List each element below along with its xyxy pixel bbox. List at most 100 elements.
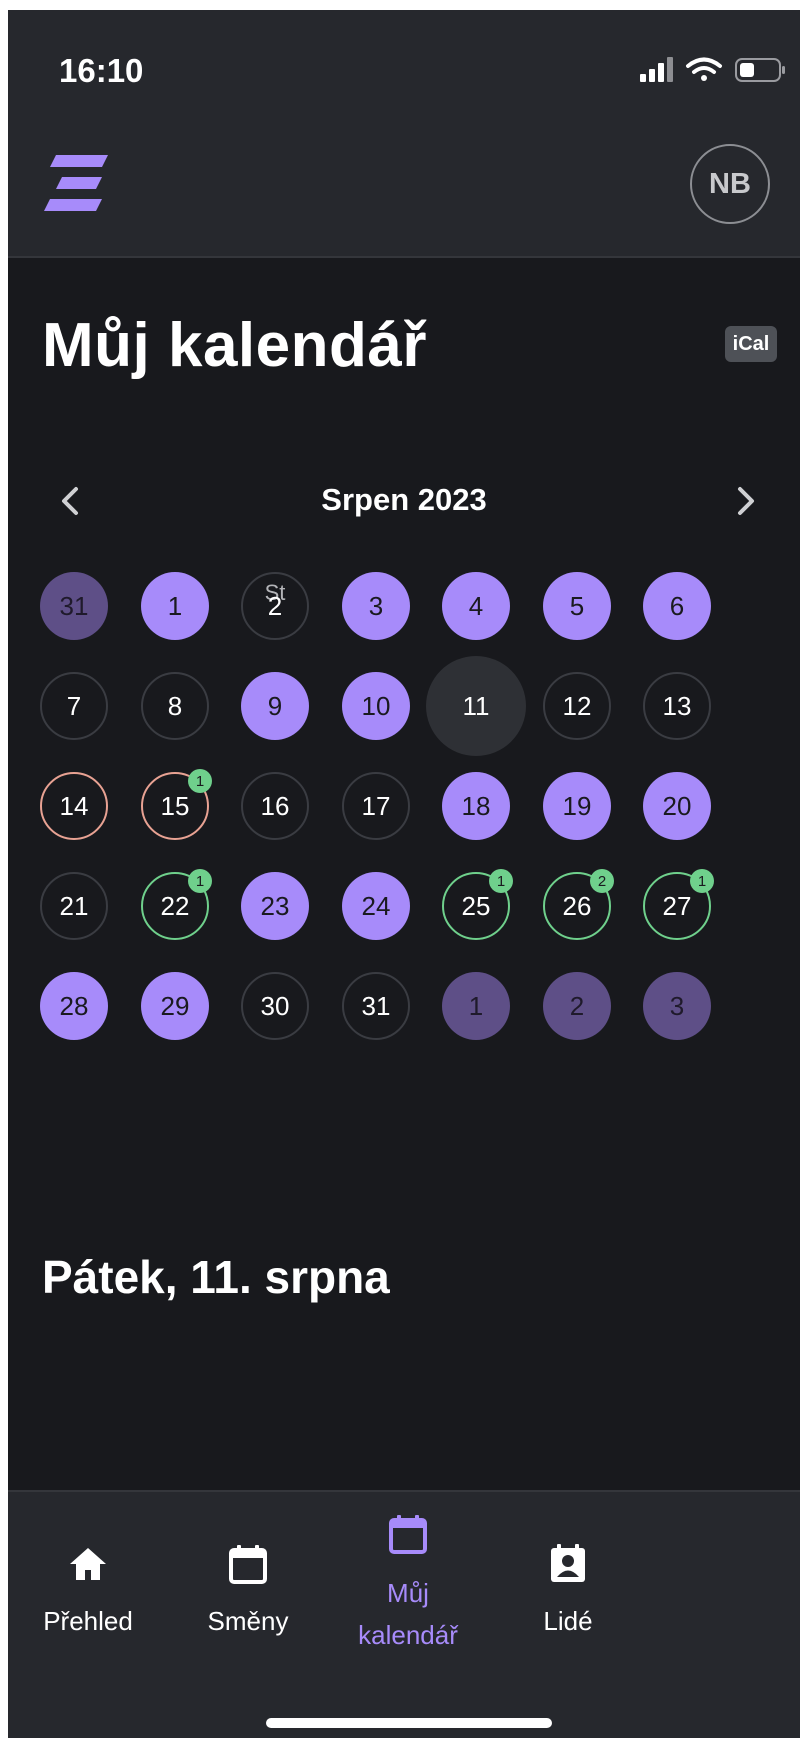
calendar-day[interactable]: 13 bbox=[643, 672, 711, 740]
calendar-day-number: 29 bbox=[160, 990, 190, 1021]
status-icons bbox=[640, 54, 790, 84]
tab-shifts[interactable]: Směny bbox=[168, 1492, 328, 1692]
tab-people[interactable]: Lidé bbox=[488, 1492, 648, 1692]
calendar-day[interactable]: 3 bbox=[643, 972, 711, 1040]
calendar-day-number: 2 bbox=[267, 590, 283, 621]
tab-shifts-label: Směny bbox=[207, 1606, 289, 1636]
event-count-badge: 1 bbox=[489, 869, 513, 893]
tab-people-label: Lidé bbox=[543, 1606, 593, 1636]
calendar-day[interactable]: 2 bbox=[543, 972, 611, 1040]
month-label: Srpen 2023 bbox=[321, 482, 487, 517]
calendar-day[interactable]: 30 bbox=[241, 972, 309, 1040]
calendar-day[interactable]: 4 bbox=[442, 572, 510, 640]
calendar-day-number: 7 bbox=[66, 690, 82, 721]
tab-overview-label: Přehled bbox=[43, 1606, 133, 1636]
calendar-day[interactable]: 2 bbox=[241, 572, 309, 640]
calendar-day-number: 15 bbox=[160, 790, 190, 821]
calendar-day-number: 18 bbox=[461, 790, 491, 821]
calendar-day[interactable]: 18 bbox=[442, 772, 510, 840]
user-avatar-button[interactable]: NB bbox=[690, 144, 770, 224]
tab-my-calendar-label-line2: kalendář bbox=[358, 1620, 458, 1650]
calendar-day[interactable]: 25 1 bbox=[442, 869, 513, 940]
top-bar: 16:10 NB bbox=[8, 10, 800, 258]
calendar-day[interactable]: 5 bbox=[543, 572, 611, 640]
calendar-day-number: 19 bbox=[562, 790, 592, 821]
calendar-day[interactable]: 10 bbox=[342, 672, 410, 740]
calendar-day-number: 21 bbox=[59, 890, 89, 921]
calendar-day[interactable]: 24 bbox=[342, 872, 410, 940]
calendar-day[interactable]: 16 bbox=[241, 772, 309, 840]
app-screen: 16:10 NB Můj kalendář iCal Srpen 2023 St… bbox=[8, 10, 800, 1738]
calendar-day-number: 16 bbox=[260, 790, 290, 821]
calendar-day-number: 20 bbox=[662, 790, 692, 821]
tab-my-calendar[interactable]: Můj kalendář bbox=[328, 1492, 488, 1692]
calendar-icon bbox=[386, 1512, 430, 1556]
calendar-day-number: 12 bbox=[562, 690, 592, 721]
calendar-day[interactable]: 3 bbox=[342, 572, 410, 640]
calendar-day[interactable]: 19 bbox=[543, 772, 611, 840]
calendar-day-number: 10 bbox=[361, 690, 391, 721]
calendar-day-number: 13 bbox=[662, 690, 692, 721]
bottom-navigation: Přehled Směny Můj kalendář Lidé bbox=[8, 1490, 800, 1738]
calendar-day[interactable]: 21 bbox=[40, 872, 108, 940]
calendar-day-number: 2 bbox=[569, 990, 585, 1021]
calendar-day-number: 23 bbox=[260, 890, 290, 921]
app-logo-icon[interactable] bbox=[42, 153, 112, 217]
calendar-day[interactable]: 8 bbox=[141, 672, 209, 740]
wifi-icon bbox=[686, 57, 722, 81]
contacts-icon bbox=[546, 1542, 590, 1586]
calendar-day[interactable]: 26 2 bbox=[543, 869, 614, 940]
calendar-day-number: 1 bbox=[167, 590, 183, 621]
calendar-day-number: 30 bbox=[260, 990, 290, 1021]
calendar-day[interactable]: 12 bbox=[543, 672, 611, 740]
chevron-right-icon bbox=[738, 487, 754, 515]
calendar-day[interactable]: 31 bbox=[342, 972, 410, 1040]
calendar-day-number: 3 bbox=[368, 590, 384, 621]
calendar-day-number: 24 bbox=[361, 890, 391, 921]
calendar-day[interactable]: 22 1 bbox=[141, 869, 212, 940]
calendar-day[interactable]: 20 bbox=[643, 772, 711, 840]
calendar-day[interactable]: 31 bbox=[40, 572, 108, 640]
calendar-day-number: 31 bbox=[59, 590, 89, 621]
signal-icon bbox=[640, 57, 673, 82]
calendar-day[interactable]: 1 bbox=[141, 572, 209, 640]
ical-button[interactable]: iCal bbox=[725, 326, 777, 362]
selected-date-heading: Pátek, 11. srpna bbox=[42, 1251, 390, 1303]
next-month-button[interactable] bbox=[724, 481, 764, 521]
calendar-day-number: 22 bbox=[160, 890, 190, 921]
calendar-day[interactable]: 1 bbox=[442, 972, 510, 1040]
event-count-badge: 2 bbox=[590, 869, 614, 893]
calendar-day[interactable]: 15 1 bbox=[141, 769, 212, 840]
month-navigation: Srpen 2023 bbox=[8, 465, 800, 535]
calendar-day[interactable]: 27 1 bbox=[643, 869, 714, 940]
event-count-badge: 1 bbox=[188, 869, 212, 893]
calendar-day-number: 27 bbox=[662, 890, 692, 921]
calendar-icon bbox=[226, 1542, 270, 1586]
calendar-day[interactable]: 7 bbox=[40, 672, 108, 740]
home-icon bbox=[66, 1542, 110, 1586]
calendar-day[interactable]: 23 bbox=[241, 872, 309, 940]
calendar-day-number: 5 bbox=[569, 590, 585, 621]
calendar-day-number: 17 bbox=[361, 790, 391, 821]
calendar-day[interactable]: 29 bbox=[141, 972, 209, 1040]
page-title: Můj kalendář bbox=[42, 311, 427, 380]
home-indicator bbox=[266, 1718, 552, 1728]
battery-icon bbox=[735, 58, 785, 82]
tab-overview[interactable]: Přehled bbox=[8, 1492, 168, 1692]
event-count-badge: 1 bbox=[188, 769, 212, 793]
calendar-day[interactable]: 11 bbox=[426, 656, 526, 756]
calendar-day-number: 4 bbox=[468, 590, 484, 621]
calendar-day[interactable]: 6 bbox=[643, 572, 711, 640]
calendar-day-number: 1 bbox=[468, 990, 484, 1021]
calendar-day-number: 11 bbox=[462, 690, 490, 721]
calendar-day[interactable]: 9 bbox=[241, 672, 309, 740]
calendar-day[interactable]: 17 bbox=[342, 772, 410, 840]
calendar-day-number: 14 bbox=[59, 790, 89, 821]
calendar-day[interactable]: 14 bbox=[40, 772, 108, 840]
calendar-day-number: 31 bbox=[361, 990, 391, 1021]
calendar-day-number: 9 bbox=[267, 690, 283, 721]
calendar-day-number: 28 bbox=[59, 990, 89, 1021]
tab-my-calendar-label-line1: Můj bbox=[387, 1578, 429, 1608]
calendar-day-number: 6 bbox=[669, 590, 685, 621]
calendar-day[interactable]: 28 bbox=[40, 972, 108, 1040]
